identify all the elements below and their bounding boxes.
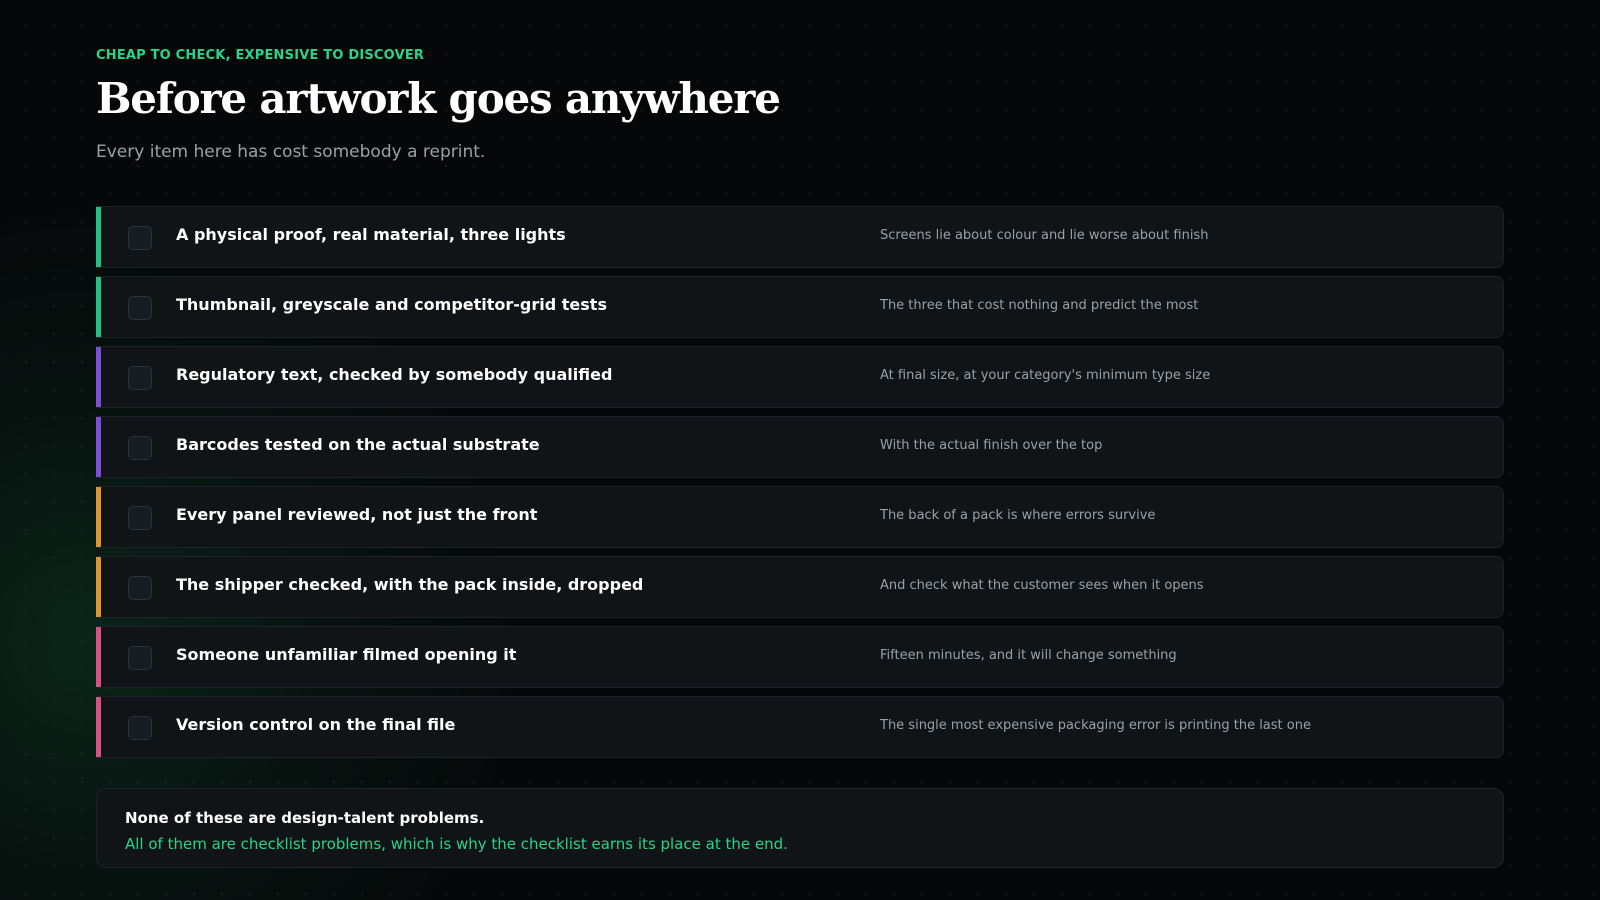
checklist-item-note: The three that cost nothing and predict … — [880, 298, 1199, 313]
checklist-item-note: At final size, at your category's minimu… — [880, 368, 1211, 383]
accent-bar — [96, 557, 101, 617]
checklist-item-title: Every panel reviewed, not just the front — [176, 505, 538, 524]
accent-bar — [96, 207, 101, 267]
checklist-item-note: With the actual finish over the top — [880, 438, 1103, 453]
accent-bar — [96, 347, 101, 407]
checklist-item: Someone unfamiliar filmed opening it Fif… — [96, 626, 1504, 688]
accent-bar — [96, 417, 101, 477]
checklist-item: Thumbnail, greyscale and competitor-grid… — [96, 276, 1504, 338]
checklist-item: The shipper checked, with the pack insid… — [96, 556, 1504, 618]
eyebrow-label: CHEAP TO CHECK, EXPENSIVE TO DISCOVER — [96, 48, 425, 63]
callout-heading: None of these are design-talent problems… — [125, 809, 485, 827]
checklist-item-note: And check what the customer sees when it… — [880, 578, 1204, 593]
checklist-item-title: Version control on the final file — [176, 715, 456, 734]
checkbox[interactable] — [128, 576, 152, 600]
checklist-item-title: Barcodes tested on the actual substrate — [176, 435, 540, 454]
checklist-item: Every panel reviewed, not just the front… — [96, 486, 1504, 548]
checklist-item: A physical proof, real material, three l… — [96, 206, 1504, 268]
checklist-item: Version control on the final file The si… — [96, 696, 1504, 758]
checkbox[interactable] — [128, 716, 152, 740]
checkbox[interactable] — [128, 226, 152, 250]
checklist-item-note: The back of a pack is where errors survi… — [880, 508, 1156, 523]
checkbox[interactable] — [128, 436, 152, 460]
summary-callout: None of these are design-talent problems… — [96, 788, 1504, 868]
checklist-item-note: The single most expensive packaging erro… — [880, 718, 1311, 733]
checklist: A physical proof, real material, three l… — [96, 206, 1504, 766]
checklist-item-title: Someone unfamiliar filmed opening it — [176, 645, 517, 664]
accent-bar — [96, 697, 101, 757]
page-subtitle: Every item here has cost somebody a repr… — [96, 142, 486, 162]
accent-bar — [96, 277, 101, 337]
checklist-item-title: The shipper checked, with the pack insid… — [176, 575, 644, 594]
checklist-item-title: Regulatory text, checked by somebody qua… — [176, 365, 613, 384]
checkbox[interactable] — [128, 366, 152, 390]
checkbox[interactable] — [128, 646, 152, 670]
checklist-item: Barcodes tested on the actual substrate … — [96, 416, 1504, 478]
checklist-item-title: A physical proof, real material, three l… — [176, 225, 566, 244]
callout-body: All of them are checklist problems, whic… — [125, 835, 788, 853]
page-title: Before artwork goes anywhere — [96, 74, 781, 123]
checklist-item: Regulatory text, checked by somebody qua… — [96, 346, 1504, 408]
checklist-item-note: Screens lie about colour and lie worse a… — [880, 228, 1209, 243]
checklist-item-title: Thumbnail, greyscale and competitor-grid… — [176, 295, 607, 314]
accent-bar — [96, 487, 101, 547]
accent-bar — [96, 627, 101, 687]
checkbox[interactable] — [128, 506, 152, 530]
checklist-item-note: Fifteen minutes, and it will change some… — [880, 648, 1177, 663]
checkbox[interactable] — [128, 296, 152, 320]
